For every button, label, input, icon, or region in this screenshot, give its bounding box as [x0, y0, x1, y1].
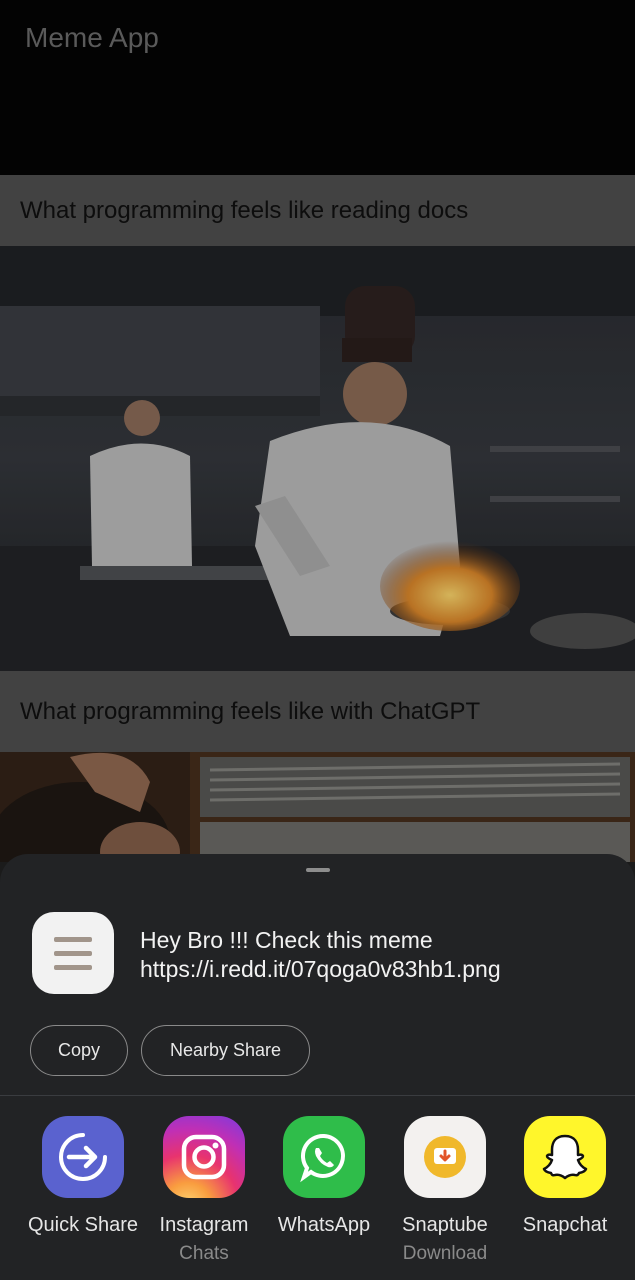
- app-title: Meme App: [25, 22, 159, 53]
- nearby-share-button[interactable]: Nearby Share: [141, 1025, 310, 1076]
- drag-handle[interactable]: [306, 868, 330, 872]
- share-target-sublabel: Download: [402, 1243, 488, 1264]
- share-message: Hey Bro !!! Check this meme https://i.re…: [140, 926, 501, 984]
- share-target-instagram[interactable]: Instagram Chats: [144, 1116, 264, 1265]
- share-sheet: Hey Bro !!! Check this meme https://i.re…: [0, 854, 635, 1280]
- share-message-line: Hey Bro !!! Check this meme: [140, 927, 433, 953]
- snaptube-icon: [404, 1116, 486, 1198]
- share-target-label: Snaptube: [402, 1214, 488, 1236]
- app-bar: Meme App: [0, 0, 635, 175]
- share-target-label: Instagram: [159, 1214, 249, 1236]
- share-target-snapchat[interactable]: Snapchat: [505, 1116, 625, 1237]
- meme-caption: What programming feels like reading docs: [0, 175, 635, 246]
- share-target-sublabel: Chats: [179, 1243, 229, 1264]
- quick-share-icon: [42, 1116, 124, 1198]
- share-target-snaptube[interactable]: Snaptube Download: [385, 1116, 505, 1265]
- share-target-label: Quick Share: [27, 1214, 139, 1236]
- instagram-icon: [163, 1116, 245, 1198]
- share-message-link: https://i.redd.it/07qoga0v83hb1.png: [140, 956, 501, 982]
- text-preview-icon: [32, 912, 114, 994]
- share-target-label: Snapchat: [522, 1214, 608, 1236]
- share-target-quick-share[interactable]: Quick Share: [23, 1116, 143, 1237]
- meme-image-man[interactable]: [0, 752, 635, 862]
- share-target-whatsapp[interactable]: WhatsApp: [264, 1116, 384, 1237]
- meme-image-chef[interactable]: [0, 246, 635, 671]
- meme-caption: What programming feels like with ChatGPT: [0, 671, 635, 752]
- divider: [0, 1095, 635, 1096]
- copy-button[interactable]: Copy: [30, 1025, 128, 1076]
- snapchat-icon: [524, 1116, 606, 1198]
- share-target-label: WhatsApp: [277, 1214, 371, 1236]
- whatsapp-icon: [283, 1116, 365, 1198]
